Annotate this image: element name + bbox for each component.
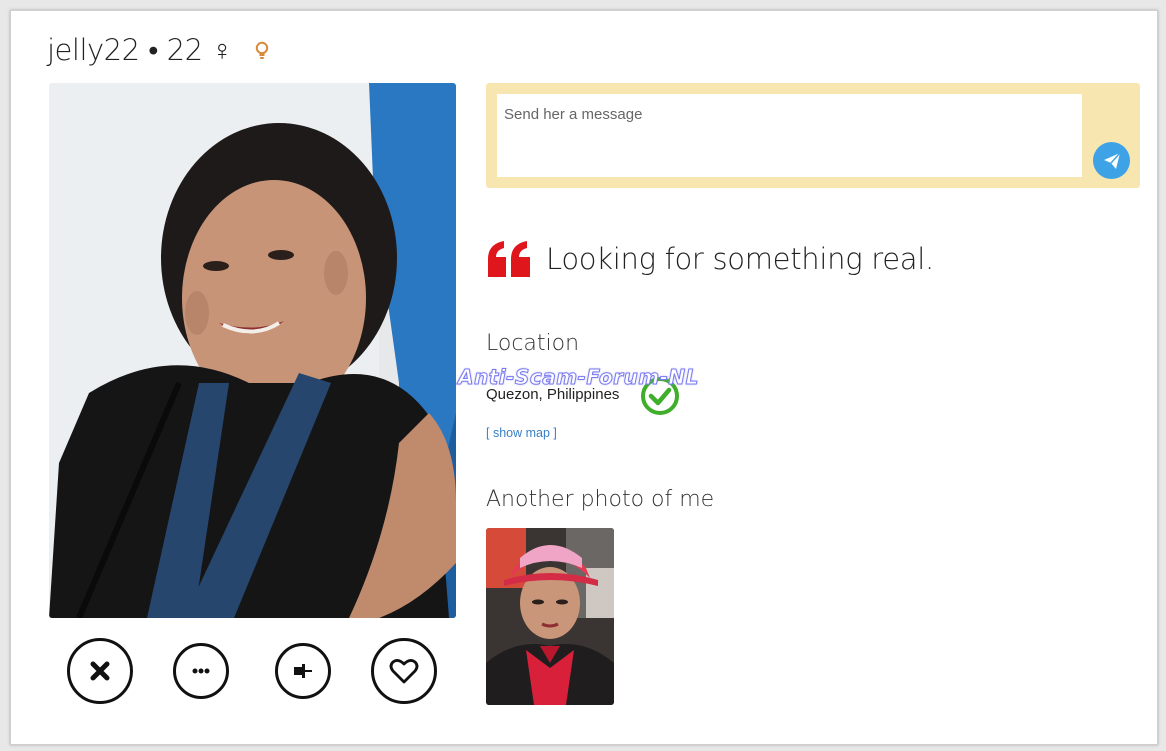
more-button[interactable] xyxy=(173,643,229,699)
paper-plane-icon xyxy=(1103,151,1121,169)
profile-card: jelly22 • 22 ♀ Send her a message Lookin… xyxy=(10,10,1158,745)
message-input[interactable] xyxy=(497,94,1082,177)
location-heading: Location xyxy=(486,331,580,356)
heart-icon xyxy=(389,659,419,684)
more-icon xyxy=(192,668,210,674)
send-button[interactable] xyxy=(1093,142,1130,179)
photo-thumbnail[interactable] xyxy=(486,528,614,705)
like-button[interactable] xyxy=(371,638,437,704)
action-bar xyxy=(49,638,456,708)
pin-button[interactable] xyxy=(275,643,331,699)
tagline-text: Looking for something real. xyxy=(546,242,934,276)
pin-icon xyxy=(294,664,312,678)
lightbulb-icon[interactable] xyxy=(255,34,269,68)
another-photo-heading: Another photo of me xyxy=(486,487,715,512)
message-panel xyxy=(486,83,1140,188)
watermark: Anti-Scam-Forum-NL xyxy=(458,365,699,390)
show-map-link[interactable]: [ show map ] xyxy=(486,426,557,440)
profile-title: jelly22 • 22 ♀ xyxy=(47,33,233,67)
profile-header: jelly22 • 22 ♀ xyxy=(47,33,269,68)
quote-icon xyxy=(488,241,530,277)
main-profile-photo[interactable] xyxy=(49,83,456,618)
close-icon xyxy=(90,661,110,681)
tagline: Looking for something real. xyxy=(486,239,934,279)
reject-button[interactable] xyxy=(67,638,133,704)
